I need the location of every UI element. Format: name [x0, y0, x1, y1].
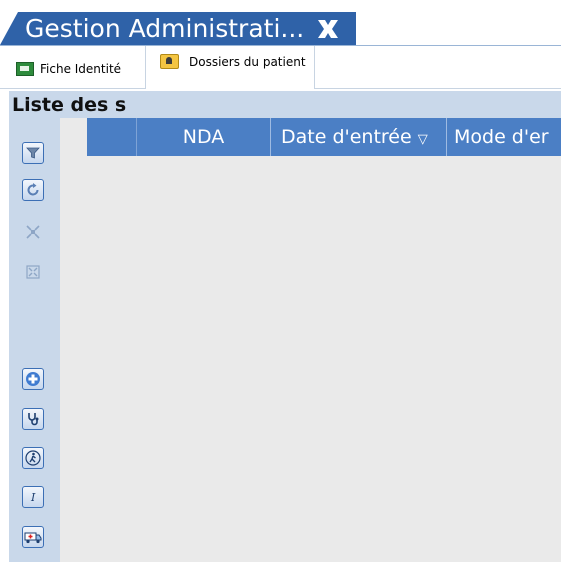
column-header-date-entree[interactable]: Date d'entrée ▽: [271, 118, 447, 156]
tab-dossiers-du-patient-label: Dossiers du patient: [189, 54, 306, 69]
expand-icon[interactable]: [22, 261, 44, 283]
left-toolbar: I: [9, 118, 60, 562]
column-nda-label: NDA: [182, 126, 225, 148]
sort-descending-icon: ▽: [417, 132, 428, 147]
column-header-nda[interactable]: NDA: [137, 118, 271, 156]
section-title: Liste des s: [12, 94, 127, 116]
close-x-icon[interactable]: [313, 17, 343, 41]
document-tab-title: Gestion Administrati...: [25, 14, 305, 43]
row-header-corner: [60, 118, 87, 156]
collapse-icon[interactable]: [22, 221, 44, 243]
patient-walking-icon[interactable]: [22, 447, 44, 469]
tab-fiche-identite-label: Fiche Identité: [40, 62, 122, 76]
selection-column-header[interactable]: [87, 118, 137, 156]
dossiers-grid[interactable]: [60, 118, 561, 562]
column-mode-entree-label: Mode d'er: [454, 126, 549, 148]
svg-text:I: I: [30, 491, 36, 504]
column-date-entree-label: Date d'entrée: [281, 126, 412, 148]
ambulance-icon[interactable]: [22, 526, 44, 548]
tab-fiche-identite[interactable]: Fiche Identité: [16, 56, 121, 82]
id-card-icon: [16, 62, 34, 76]
stethoscope-icon[interactable]: [22, 408, 44, 430]
add-icon[interactable]: [22, 368, 44, 390]
info-icon[interactable]: I: [22, 486, 44, 508]
tab-dossiers-du-patient-content[interactable]: Dossiers du patient: [160, 54, 306, 69]
column-header-mode-entree[interactable]: Mode d'er: [447, 118, 561, 156]
filter-icon[interactable]: [22, 142, 44, 164]
folder-patient-icon: [160, 54, 179, 69]
refresh-icon[interactable]: [22, 179, 44, 201]
